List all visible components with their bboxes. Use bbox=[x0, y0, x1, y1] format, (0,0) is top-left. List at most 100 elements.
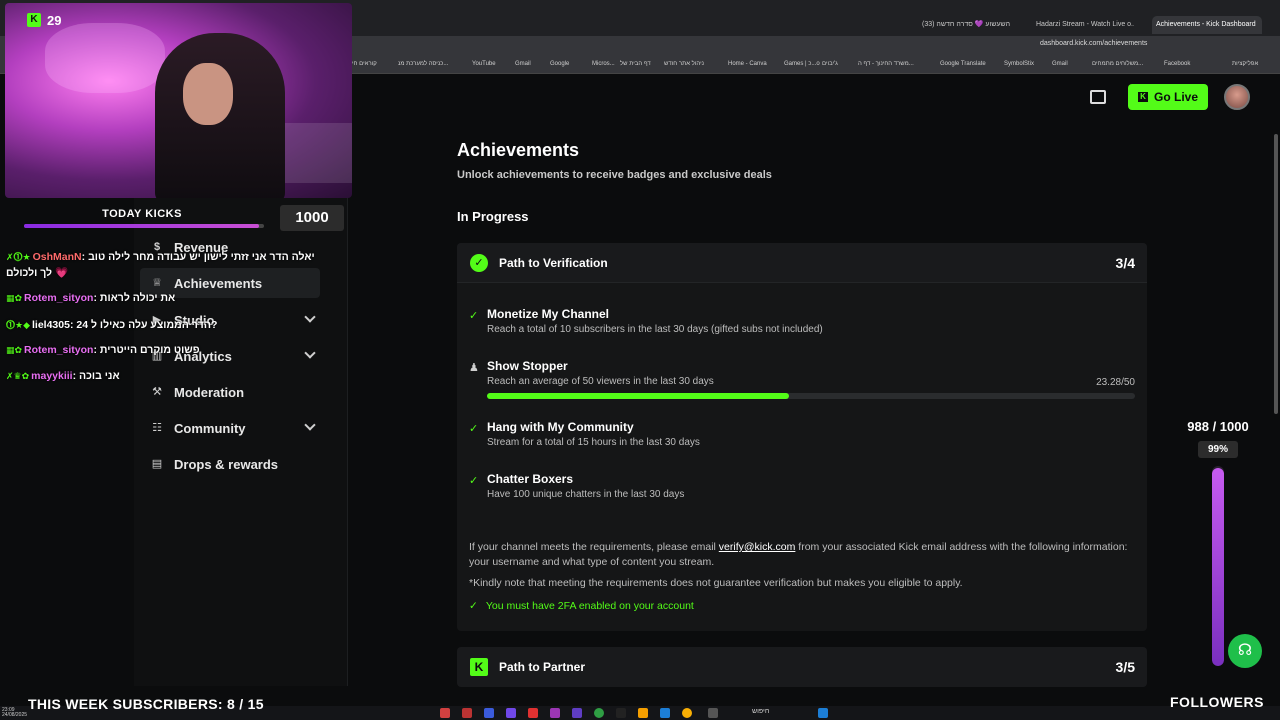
bookmark[interactable]: Home - Canva bbox=[728, 61, 767, 67]
app-icon[interactable] bbox=[572, 708, 582, 718]
app-icon[interactable] bbox=[462, 708, 472, 718]
chat-text: את יכולה לראות bbox=[99, 292, 176, 304]
browser-tab[interactable]: Hadarzi Stream - Watch Live o... bbox=[1036, 16, 1134, 34]
sidebar-item-label: Community bbox=[174, 420, 246, 436]
tiktok-icon[interactable] bbox=[616, 708, 626, 718]
chat-message: ✗⓵★ OshManN: יאלה הדר אני זזתי לישון יש ע… bbox=[6, 251, 315, 263]
viewer-count-value: 29 bbox=[47, 12, 62, 28]
chat-message: ▦✿ Rotem_sityon: את יכולה לראות bbox=[6, 292, 176, 304]
go-live-button[interactable]: K Go Live bbox=[1127, 84, 1208, 110]
folder-icon[interactable] bbox=[638, 708, 648, 718]
chat-message: ✗♛✿ mayykiii: אני בוכה bbox=[6, 370, 120, 382]
partner-title: Path to Partner bbox=[499, 660, 586, 674]
progress-value: 23.28/50 bbox=[1096, 377, 1135, 388]
bookmark[interactable]: Google bbox=[550, 61, 569, 67]
avatar[interactable] bbox=[1224, 84, 1250, 110]
page-scrollbar[interactable] bbox=[1274, 134, 1278, 414]
chat-text: יאלה הדר אני זזתי לישון יש עבודה מחר ליל… bbox=[88, 251, 315, 263]
bookmark[interactable]: SymbolStix bbox=[1004, 61, 1034, 67]
twofa-requirement: ✓ You must have 2FA enabled on your accou… bbox=[469, 600, 694, 612]
app-icon[interactable] bbox=[660, 708, 670, 718]
chat-username: Rotem_sityon bbox=[24, 344, 94, 356]
app-icon[interactable] bbox=[528, 708, 538, 718]
verification-note: *Kindly note that meeting the requiremen… bbox=[469, 577, 963, 589]
bookmark[interactable]: משלוחים מתמחים... bbox=[1092, 61, 1143, 67]
followers-label: FOLLOWERS bbox=[1170, 694, 1264, 710]
bookmark[interactable]: Facebook bbox=[1164, 61, 1190, 67]
bookmark[interactable]: אפליקציות bbox=[1232, 61, 1258, 67]
bookmark[interactable]: קוראים חי bbox=[352, 61, 377, 67]
task-name: Monetize My Channel bbox=[487, 307, 610, 321]
chat-badges: ▦✿ bbox=[6, 293, 23, 303]
verification-card-header[interactable]: ✓ Path to Verification 3/4 bbox=[457, 243, 1147, 283]
info-text: If your channel meets the requirements, … bbox=[469, 541, 719, 553]
sidebar-item-drops-rewards[interactable]: ▤ Drops & rewards bbox=[150, 449, 320, 479]
taskbar-date: 24/08/2025 bbox=[2, 712, 28, 718]
neon-sign bbox=[45, 23, 165, 93]
chat-username: OshManN bbox=[32, 251, 82, 263]
chat-message: ▦✿ Rotem_sityon: פשוט מוקרם הייטרית bbox=[6, 344, 200, 356]
bookmark[interactable]: ניהול אתר חודש bbox=[664, 61, 704, 67]
app-icon[interactable] bbox=[440, 708, 450, 718]
page-title: Achievements bbox=[457, 140, 580, 160]
check-icon: ✓ bbox=[469, 423, 479, 435]
bookmark[interactable]: כניסה למערכת מנ... bbox=[398, 61, 448, 67]
bookmark[interactable]: דף הבית של bbox=[620, 61, 651, 67]
check-icon: ✓ bbox=[469, 600, 478, 612]
task-name: Chatter Boxers bbox=[487, 472, 574, 486]
viewer-count: K 29 bbox=[27, 11, 61, 29]
app-icon[interactable] bbox=[708, 708, 718, 718]
chat-username: Rotem_sityon bbox=[24, 292, 94, 304]
people-icon: ♟ bbox=[469, 362, 479, 374]
hammer-icon: ⚒ bbox=[152, 386, 162, 398]
app-icon[interactable] bbox=[550, 708, 560, 718]
browser-tab[interactable]: השעשוע 💜 סדרה חדשה (33) bbox=[922, 16, 1016, 34]
today-kicks-widget: TODAY KICKS 1000 bbox=[18, 205, 344, 233]
partner-count: 3/5 bbox=[1115, 659, 1135, 675]
chrome-icon[interactable] bbox=[682, 708, 692, 718]
verification-title: Path to Verification bbox=[499, 256, 608, 270]
task-name: Show Stopper bbox=[487, 359, 568, 373]
store-icon[interactable] bbox=[1089, 90, 1106, 104]
partner-card-header[interactable]: K Path to Partner 3/5 bbox=[457, 647, 1147, 687]
sidebar-item-label: Drops & rewards bbox=[174, 456, 279, 472]
task-desc: Reach an average of 50 viewers in the la… bbox=[487, 376, 714, 387]
app-icon[interactable] bbox=[506, 708, 516, 718]
chat-text: פשוט מוקרם הייטרית bbox=[99, 344, 200, 356]
sidebar-item-community[interactable]: ☷ Community bbox=[150, 413, 320, 443]
taskbar-clock: 23:09 24/08/2025 bbox=[2, 708, 27, 718]
app-icon[interactable] bbox=[484, 708, 494, 718]
verification-count: 3/4 bbox=[1115, 255, 1135, 271]
support-chat-icon[interactable]: ☊ bbox=[1228, 634, 1262, 668]
task-show-stopper: ♟ Show Stopper Reach an average of 50 vi… bbox=[469, 359, 1135, 403]
today-kicks-value: 1000 bbox=[280, 205, 344, 231]
check-icon: ✓ bbox=[469, 310, 479, 322]
followers-count: 988 / 1000 bbox=[1187, 419, 1249, 434]
chat-text: אני בוכה bbox=[79, 370, 120, 382]
webcam-overlay: K 29 bbox=[5, 3, 352, 198]
chat-message-continued: לך ולכולם 💗 bbox=[6, 266, 336, 279]
followers-percent: 99% bbox=[1198, 441, 1238, 458]
verify-email-link[interactable]: verify@kick.com bbox=[719, 541, 796, 553]
bookmark[interactable]: ג'יבוים bbox=[822, 61, 838, 67]
today-kicks-bar bbox=[24, 224, 264, 228]
bookmark[interactable]: Gmail bbox=[1052, 61, 1068, 67]
bookmark[interactable]: משרד החינוך - דף ה... bbox=[858, 61, 914, 67]
spotify-icon[interactable] bbox=[594, 708, 604, 718]
bookmark[interactable]: Games | כ...o bbox=[784, 61, 820, 67]
check-icon: ✓ bbox=[469, 475, 479, 487]
url-text[interactable]: dashboard.kick.com/achievements bbox=[1040, 40, 1147, 47]
gift-icon: ▤ bbox=[151, 458, 163, 470]
browser-tab-active[interactable]: Achievements - Kick Dashboard bbox=[1152, 16, 1262, 34]
bookmark[interactable]: YouTube bbox=[472, 61, 496, 67]
today-kicks-label: TODAY KICKS bbox=[102, 208, 182, 220]
chevron-down-icon[interactable] bbox=[304, 419, 316, 431]
bookmark[interactable]: Micros... bbox=[592, 61, 615, 67]
windows-start-icon[interactable] bbox=[818, 708, 828, 718]
bookmark[interactable]: Gmail bbox=[515, 61, 531, 67]
bookmark[interactable]: Google Translate bbox=[940, 61, 986, 67]
followers-bar-fill bbox=[1212, 468, 1224, 666]
chat-badges: ✗⓵★ bbox=[6, 252, 31, 262]
twofa-text: You must have 2FA enabled on your accoun… bbox=[485, 600, 694, 612]
taskbar-search[interactable]: חיפוש bbox=[752, 708, 769, 715]
